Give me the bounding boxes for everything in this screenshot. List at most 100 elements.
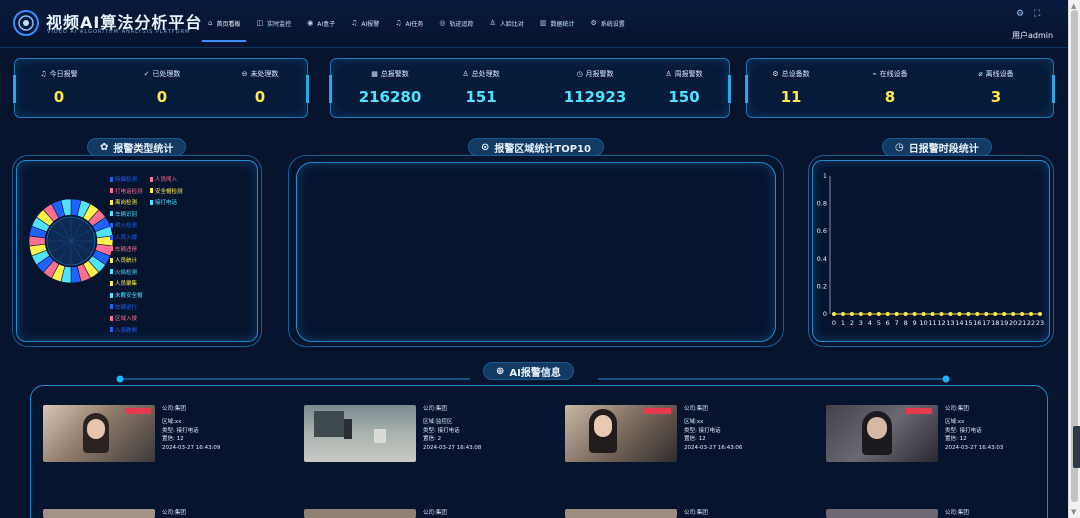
- x-tick-label: 13: [946, 319, 954, 327]
- x-tick-label: 15: [964, 319, 972, 327]
- data-point[interactable]: [975, 312, 980, 316]
- legend-swatch: [110, 211, 113, 217]
- alarm-thumbnail[interactable]: [43, 509, 155, 518]
- data-point[interactable]: [948, 312, 953, 316]
- clock-icon: ◷: [895, 141, 904, 153]
- nav-item-ai-task[interactable]: ♫ AI任务: [387, 10, 431, 36]
- data-point[interactable]: [840, 312, 845, 316]
- legend-item[interactable]: 人员闯入: [150, 175, 177, 183]
- nav-item-track[interactable]: ◎ 轨迹追踪: [431, 10, 481, 36]
- stat-label: 在线设备: [879, 70, 908, 78]
- alarm-thumbnail[interactable]: [565, 509, 677, 518]
- data-point[interactable]: [912, 312, 917, 316]
- nav-label: AI盒子: [317, 20, 336, 28]
- legend-swatch: [110, 269, 113, 275]
- stat-value: 8: [884, 88, 896, 106]
- legend-item[interactable]: 区域入侵: [110, 314, 137, 322]
- data-point[interactable]: [1020, 312, 1025, 316]
- scroll-up-icon[interactable]: ▲: [1071, 2, 1076, 10]
- data-point[interactable]: [966, 312, 971, 316]
- legend-item[interactable]: 人员聚集: [110, 279, 137, 287]
- data-point[interactable]: [832, 312, 836, 316]
- hourly-stats-title: ◷ 日报警时段统计: [882, 138, 992, 156]
- nav-item-ai-box[interactable]: ◉ AI盒子: [299, 10, 343, 36]
- hourly-line-chart: 00.20.40.60.810 1 2 3 4 5 6 7 8 9 10 11 12 13 14 15 16 17…: [817, 172, 1044, 327]
- data-point[interactable]: [957, 312, 962, 316]
- data-point[interactable]: [921, 312, 926, 316]
- legend-item[interactable]: 人员统计: [110, 256, 137, 264]
- alarm-confidence: 置信: 2: [423, 436, 442, 443]
- stat-label: 周报警数: [674, 70, 703, 78]
- bell-icon: ♫: [351, 19, 358, 27]
- alarm-time: 2024-03-27 16:43:09: [162, 444, 221, 451]
- alarm-thumbnail[interactable]: [565, 405, 677, 462]
- x-tick-label: 2: [850, 319, 854, 327]
- nav-label: 数据统计: [550, 20, 575, 28]
- legend-label: 人员跌倒: [115, 327, 138, 334]
- data-point[interactable]: [993, 312, 998, 316]
- legend-swatch: [110, 234, 113, 240]
- data-point[interactable]: [1038, 312, 1042, 316]
- app-subtitle: VIDEO AI ALGORITHM ANALYSIS PLATFORM: [47, 29, 191, 35]
- nav-item-statistics[interactable]: ▥ 数据统计: [532, 10, 583, 36]
- alarm-thumbnail[interactable]: [826, 509, 938, 518]
- person-icon: ♙: [462, 70, 469, 78]
- data-point[interactable]: [984, 312, 989, 316]
- legend-item[interactable]: 火焰检测: [110, 268, 137, 276]
- legend-item[interactable]: 吸烟检测: [110, 175, 137, 183]
- legend-item[interactable]: 车辆识别: [110, 210, 137, 218]
- legend-item[interactable]: 人员跌倒: [110, 326, 137, 334]
- alarm-thumbnail[interactable]: [304, 405, 416, 462]
- data-point[interactable]: [885, 312, 890, 316]
- nav-item-settings[interactable]: ⚙ 系统设置: [582, 10, 632, 36]
- legend-label: 人员统计: [115, 258, 138, 265]
- nav-item-dashboard[interactable]: ⌂ 首页看板: [200, 10, 248, 42]
- nav-item-monitor[interactable]: ◫ 实时监控: [248, 10, 299, 36]
- data-point[interactable]: [894, 312, 899, 316]
- legend-item[interactable]: 明火检测: [110, 221, 137, 229]
- data-point[interactable]: [867, 312, 872, 316]
- legend-item[interactable]: 接打电话: [150, 198, 177, 206]
- section-title-text: 报警区域统计TOP10: [494, 143, 591, 155]
- fullscreen-icon[interactable]: ⛶: [1034, 9, 1040, 19]
- nav-item-face[interactable]: ♙ 人脸比对: [482, 10, 532, 36]
- side-tab-handle[interactable]: [1073, 426, 1080, 468]
- alarm-thumbnail[interactable]: [43, 405, 155, 462]
- legend-item[interactable]: 安全帽检测: [150, 187, 183, 195]
- nav-item-ai-alarm[interactable]: ♫ AI报警: [343, 10, 387, 36]
- x-tick-label: 20: [1009, 319, 1017, 327]
- user-label[interactable]: 用户admin: [1012, 30, 1053, 41]
- legend-item[interactable]: 打电话检测: [110, 187, 143, 195]
- stat-value: 11: [780, 88, 802, 106]
- legend-swatch: [110, 222, 113, 228]
- nav-label: AI任务: [405, 20, 424, 28]
- gear-icon: ⚙: [772, 70, 779, 78]
- scroll-down-icon[interactable]: ▼: [1071, 508, 1076, 516]
- legend-label: 接打电话: [155, 200, 178, 207]
- legend-item[interactable]: 车辆违停: [110, 245, 137, 253]
- data-point[interactable]: [903, 312, 908, 316]
- alarm-company: 公司:集团: [684, 406, 708, 412]
- data-point[interactable]: [939, 312, 944, 316]
- data-point[interactable]: [1029, 312, 1034, 316]
- data-point[interactable]: [876, 312, 881, 316]
- data-point[interactable]: [1002, 312, 1007, 316]
- x-tick-label: 16: [973, 319, 981, 327]
- data-point[interactable]: [858, 312, 863, 316]
- ai-alarm-title: ⊕ AI报警信息: [483, 362, 574, 380]
- alarm-thumbnail[interactable]: [304, 509, 416, 518]
- data-point[interactable]: [849, 312, 854, 316]
- settings-icon[interactable]: ⚙: [1016, 9, 1024, 19]
- data-point[interactable]: [1011, 312, 1016, 316]
- alarm-type-donut-chart: [28, 198, 114, 284]
- data-point[interactable]: [930, 312, 935, 316]
- legend-item[interactable]: 离岗检测: [110, 198, 137, 206]
- legend-swatch: [110, 315, 113, 321]
- legend-swatch: [110, 292, 113, 298]
- legend-item[interactable]: 人员入侵: [110, 233, 137, 241]
- legend-item[interactable]: 未戴安全帽: [110, 291, 143, 299]
- legend-swatch: [150, 176, 153, 182]
- alarm-thumbnail[interactable]: [826, 405, 938, 462]
- legend-item[interactable]: 车辆逆行: [110, 303, 137, 311]
- alarm-confidence: 置信: 12: [162, 436, 184, 443]
